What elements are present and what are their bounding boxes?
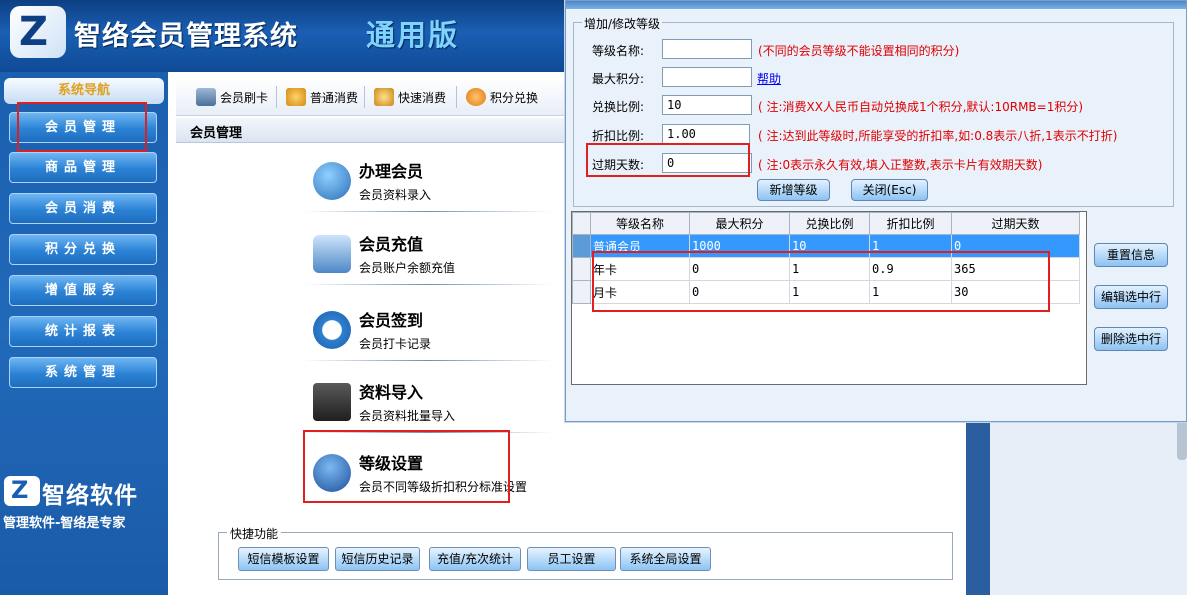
toolbar-label: 普通消费 (310, 90, 359, 105)
feature-import[interactable]: 资料导入 会员资料批量导入 (303, 373, 553, 433)
help-link[interactable]: 帮助 (757, 70, 781, 87)
brand-slogan: 管理软件-智络是专家 (3, 516, 126, 531)
column-header[interactable]: 折扣比例 (869, 212, 952, 235)
reset-info-button[interactable]: 重置信息 (1094, 243, 1168, 267)
coins-icon (374, 88, 394, 106)
app-logo-icon: Z (10, 6, 66, 58)
highlight-grid-rows (592, 251, 1050, 312)
feature-checkin[interactable]: 会员签到 会员打卡记录 (303, 301, 553, 361)
toolbar-label: 快速消费 (398, 90, 447, 105)
feature-title: 会员充值 (359, 235, 424, 254)
exchange-ratio-note: ( 注:消费XX人民币自动兑换成1个积分,默认:10RMB=1积分) (758, 100, 1084, 114)
sms-template-button[interactable]: 短信模板设置 (238, 547, 329, 571)
discount-ratio-note: ( 注:达到此等级时,所能享受的折扣率,如:0.8表示八折,1表示不打折) (758, 129, 1118, 143)
edit-selected-row-button[interactable]: 编辑选中行 (1094, 285, 1168, 309)
sidebar-item-value-added[interactable]: 增值服务 (9, 275, 157, 306)
staff-settings-button[interactable]: 员工设置 (527, 547, 616, 571)
discount-ratio-label: 折扣比例: (592, 129, 645, 143)
feature-subtitle: 会员账户余额充值 (359, 261, 456, 275)
sidebar-item-system[interactable]: 系统管理 (9, 357, 157, 388)
brand-logo-icon: Z (4, 476, 40, 506)
feature-subtitle: 会员资料录入 (359, 188, 432, 202)
level-name-note: (不同的会员等级不能设置相同的积分) (758, 44, 960, 58)
main-panel-title: 会员管理 (190, 126, 243, 141)
discount-ratio-input[interactable] (662, 124, 750, 144)
add-level-button[interactable]: 新增等级 (757, 179, 830, 201)
toolbar-divider (276, 86, 277, 108)
delete-selected-row-button[interactable]: 删除选中行 (1094, 327, 1168, 351)
sms-history-button[interactable]: 短信历史记录 (335, 547, 420, 571)
app-title: 智络会员管理系统 (74, 21, 298, 52)
sidebar-item-product-management[interactable]: 商品管理 (9, 152, 157, 183)
global-settings-button[interactable]: 系统全局设置 (620, 547, 711, 571)
feature-title: 办理会员 (359, 162, 424, 181)
column-header[interactable]: 过期天数 (951, 212, 1080, 235)
window-edge-handle (1177, 420, 1187, 460)
feature-divider (303, 211, 553, 212)
toolbar-divider (364, 86, 365, 108)
member-register-icon (313, 162, 351, 200)
exchange-ratio-input[interactable] (662, 95, 752, 115)
expire-days-note: ( 注:0表示永久有效,填入正整数,表示卡片有效期天数) (758, 158, 1043, 172)
quick-functions-legend: 快捷功能 (227, 525, 282, 542)
laptop-import-icon (313, 383, 351, 421)
max-points-label: 最大积分: (592, 72, 645, 86)
column-header[interactable]: 等级名称 (590, 212, 690, 235)
feature-divider (303, 360, 553, 361)
level-settings-dialog: 增加/修改等级 等级名称: (不同的会员等级不能设置相同的积分) 最大积分: 帮… (565, 0, 1187, 422)
feature-recharge[interactable]: 会员充值 会员账户余额充值 (303, 225, 553, 285)
feature-title: 会员签到 (359, 311, 424, 330)
brand-name: 智络软件 (42, 483, 138, 509)
toolbar-points-exchange-button[interactable]: 积分兑换 (466, 86, 538, 108)
feature-subtitle: 会员资料批量导入 (359, 409, 456, 423)
toolbar-label: 积分兑换 (490, 90, 539, 105)
edit-level-group: 增加/修改等级 等级名称: (不同的会员等级不能设置相同的积分) 最大积分: 帮… (573, 15, 1174, 207)
card-swipe-icon (196, 88, 216, 106)
feature-register-member[interactable]: 办理会员 会员资料录入 (303, 152, 553, 212)
recharge-card-icon (313, 235, 351, 273)
sidebar-item-points-exchange[interactable]: 积分兑换 (9, 234, 157, 265)
feature-subtitle: 会员打卡记录 (359, 337, 432, 351)
quick-functions-group: 快捷功能 短信模板设置 短信历史记录 充值/充次统计 员工设置 系统全局设置 (218, 525, 953, 580)
feature-divider (303, 284, 553, 285)
level-name-label: 等级名称: (592, 44, 645, 58)
exchange-icon (466, 88, 486, 106)
sidebar-item-reports[interactable]: 统计报表 (9, 316, 157, 347)
column-header[interactable]: 兑换比例 (789, 212, 870, 235)
close-dialog-button[interactable]: 关闭(Esc) (851, 179, 928, 201)
row-header[interactable] (572, 280, 591, 304)
recharge-stats-button[interactable]: 充值/充次统计 (429, 547, 521, 571)
app-edition: 通用版 (366, 18, 460, 52)
checkin-clock-icon (313, 311, 351, 349)
table-header-row: 等级名称 最大积分 兑换比例 折扣比例 过期天数 (572, 212, 1080, 235)
toolbar-card-swipe-button[interactable]: 会员刷卡 (196, 86, 268, 108)
row-header[interactable] (572, 257, 591, 281)
sidebar-item-member-consumption[interactable]: 会员消费 (9, 193, 157, 224)
highlight-level-settings (303, 430, 510, 503)
exchange-ratio-label: 兑换比例: (592, 100, 645, 114)
column-header[interactable]: 最大积分 (689, 212, 790, 235)
max-points-input[interactable] (662, 67, 752, 87)
dialog-title-bar (566, 1, 1186, 9)
money-bag-icon (286, 88, 306, 106)
toolbar-label: 会员刷卡 (220, 90, 269, 105)
sidebar-title: 系统导航 (4, 78, 164, 104)
toolbar-quick-consume-button[interactable]: 快速消费 (374, 86, 446, 108)
toolbar-divider (456, 86, 457, 108)
right-background-dark (966, 420, 990, 595)
edit-level-legend: 增加/修改等级 (582, 15, 663, 32)
highlight-member-management (17, 102, 147, 152)
row-header-corner (572, 212, 591, 235)
feature-title: 资料导入 (359, 383, 424, 402)
toolbar-normal-consume-button[interactable]: 普通消费 (286, 86, 358, 108)
level-name-input[interactable] (662, 39, 752, 59)
row-header[interactable] (572, 234, 591, 258)
highlight-expire-days (586, 143, 750, 177)
